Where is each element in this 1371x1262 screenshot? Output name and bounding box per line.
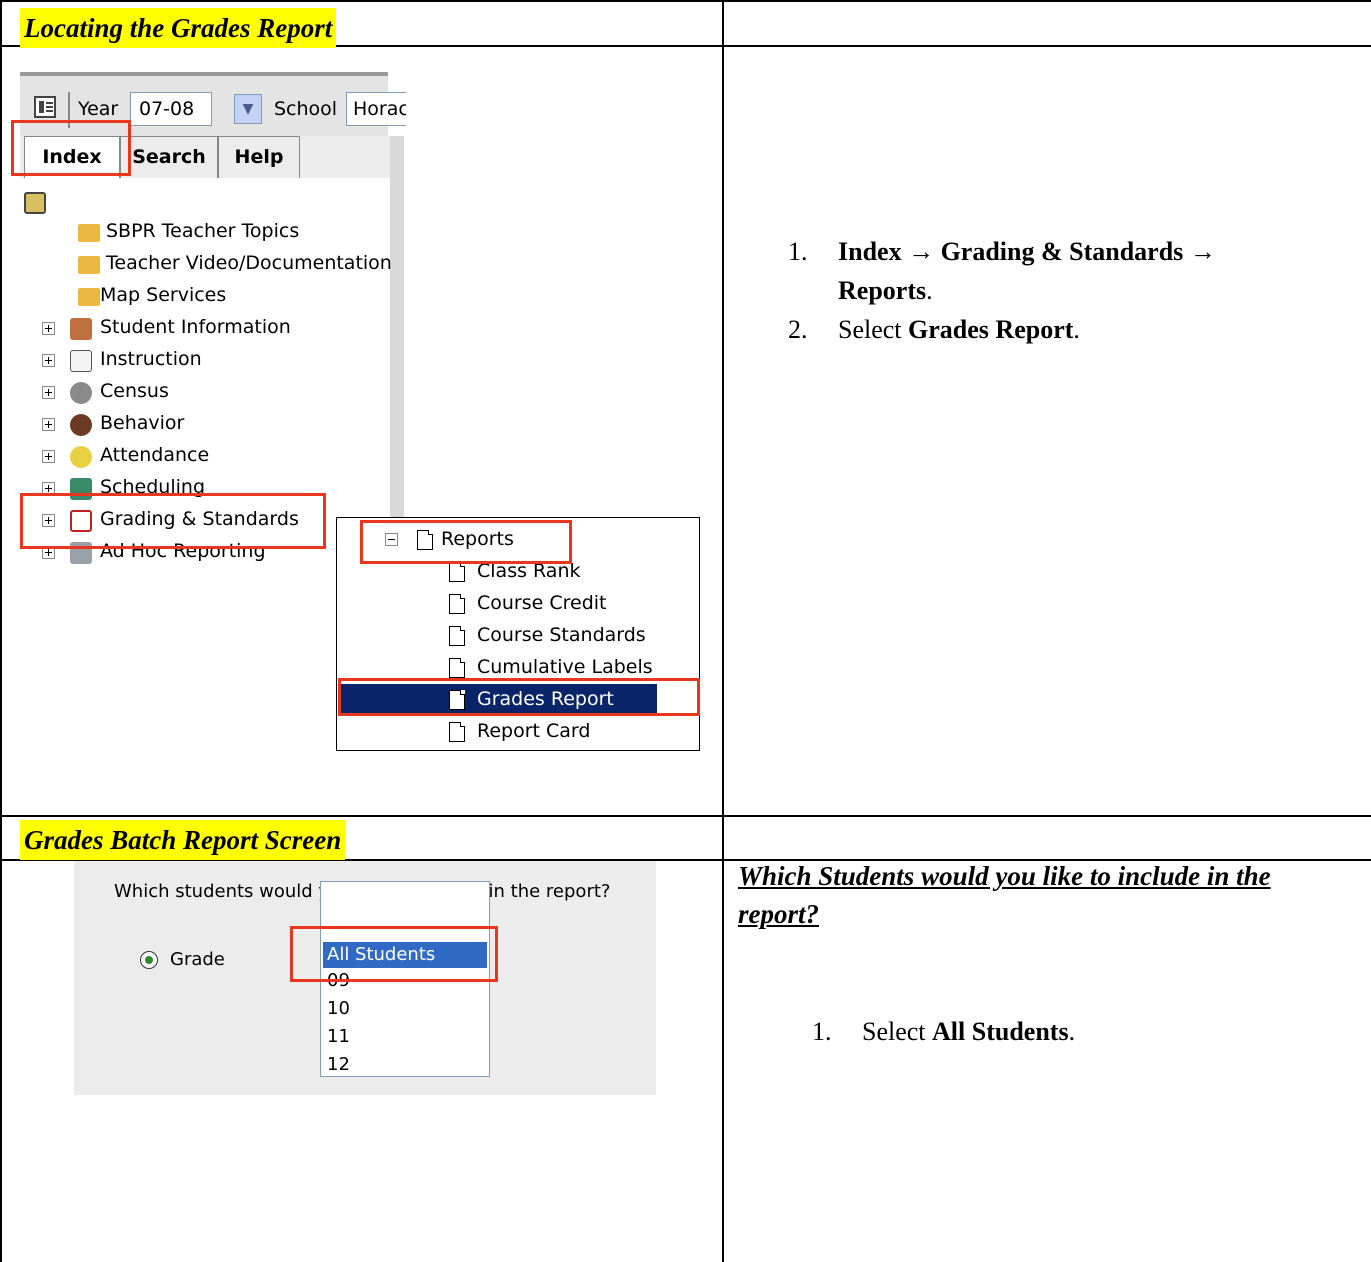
grade-radio[interactable] xyxy=(140,951,158,969)
expand-icon[interactable] xyxy=(42,418,55,431)
section-title-locating: Locating the Grades Report xyxy=(20,8,337,48)
grade-option-12[interactable]: 12 xyxy=(327,1054,350,1075)
year-select[interactable]: 07-08 xyxy=(130,92,212,126)
tab-help[interactable]: Help xyxy=(218,136,300,178)
highlight-all-students xyxy=(290,926,498,982)
table-border-row2 xyxy=(0,815,1371,817)
student-information-icon xyxy=(70,318,92,340)
expand-icon[interactable] xyxy=(42,354,55,367)
document-icon xyxy=(449,722,465,742)
step-select: Select xyxy=(862,1017,933,1046)
step-index: Index xyxy=(838,237,902,266)
document-icon xyxy=(449,562,465,582)
table-border-middle xyxy=(722,0,724,1262)
tree-item-attendance[interactable]: Attendance xyxy=(100,444,209,466)
arrow: → xyxy=(1189,237,1216,266)
report-item-cumulative-labels[interactable]: Cumulative Labels xyxy=(477,656,653,678)
folder-icon xyxy=(78,256,100,274)
behavior-icon xyxy=(70,414,92,436)
period: . xyxy=(1068,1017,1076,1046)
tree-item-sbpr-teacher-topics[interactable]: SBPR Teacher Topics xyxy=(106,220,299,242)
report-item-report-card[interactable]: Report Card xyxy=(477,720,590,742)
folder-icon xyxy=(78,224,100,242)
school-select[interactable]: Horac xyxy=(346,92,406,126)
report-item-course-credit[interactable]: Course Credit xyxy=(477,592,607,614)
arrow: → xyxy=(908,237,935,266)
step-number: 1. xyxy=(788,237,808,266)
step-all-students: All Students xyxy=(932,1017,1069,1046)
chevron-down-icon[interactable]: ▼ xyxy=(234,94,262,124)
expand-icon[interactable] xyxy=(42,322,55,335)
section1-steps: 1. Index → Grading & Standards → Reports… xyxy=(788,232,1348,352)
expand-icon[interactable] xyxy=(42,386,55,399)
toggle-panel-icon[interactable] xyxy=(34,96,56,118)
tree-item-behavior[interactable]: Behavior xyxy=(100,412,184,434)
instruction-icon xyxy=(70,350,92,372)
edit-icon[interactable] xyxy=(24,192,46,214)
step-1-text: Select All Students. xyxy=(862,1012,1075,1051)
tree-item-census[interactable]: Census xyxy=(100,380,169,402)
tree-scroll-area xyxy=(390,136,404,582)
step-1-text: Index → Grading & Standards → Reports. xyxy=(838,232,1338,310)
grade-option-10[interactable]: 10 xyxy=(327,998,350,1019)
section2-steps: 1. Select All Students. xyxy=(812,1012,1332,1062)
table-border-top xyxy=(0,0,1371,2)
step-grades-report: Grades Report xyxy=(908,315,1074,344)
census-icon xyxy=(70,382,92,404)
report-item-course-standards[interactable]: Course Standards xyxy=(477,624,646,646)
step-reports: Reports xyxy=(838,276,927,305)
highlight-reports xyxy=(360,520,572,564)
grade-option-11[interactable]: 11 xyxy=(327,1026,350,1047)
step-number: 1. xyxy=(812,1017,832,1046)
document-icon xyxy=(449,658,465,678)
document-icon xyxy=(449,594,465,614)
highlight-grades-report xyxy=(338,678,700,716)
section-title-grades-batch: Grades Batch Report Screen xyxy=(20,820,346,860)
tree-item-instruction[interactable]: Instruction xyxy=(100,348,202,370)
table-border-left xyxy=(0,0,2,1262)
students-question: Which Students would you like to include… xyxy=(738,861,1271,929)
step-2-text: Select Grades Report. xyxy=(838,310,1080,349)
highlight-grading-standards xyxy=(20,493,326,549)
year-label: Year xyxy=(78,98,119,120)
tree-item-map-services[interactable]: Map Services xyxy=(100,284,226,306)
period: . xyxy=(926,276,933,305)
step-select: Select xyxy=(838,315,909,344)
tree-item-teacher-video[interactable]: Teacher Video/Documentation xyxy=(106,252,392,274)
expand-icon[interactable] xyxy=(42,450,55,463)
highlight-index-tab xyxy=(11,120,131,176)
folder-icon xyxy=(78,288,100,306)
attendance-icon xyxy=(70,446,92,468)
tab-search[interactable]: Search xyxy=(120,136,218,178)
school-label: School xyxy=(274,98,338,120)
period: . xyxy=(1073,315,1080,344)
tree-item-student-information[interactable]: Student Information xyxy=(100,316,291,338)
document-icon xyxy=(449,626,465,646)
step-number: 2. xyxy=(788,315,808,344)
grade-radio-label: Grade xyxy=(170,949,225,970)
step-grading-standards: Grading & Standards xyxy=(940,237,1184,266)
